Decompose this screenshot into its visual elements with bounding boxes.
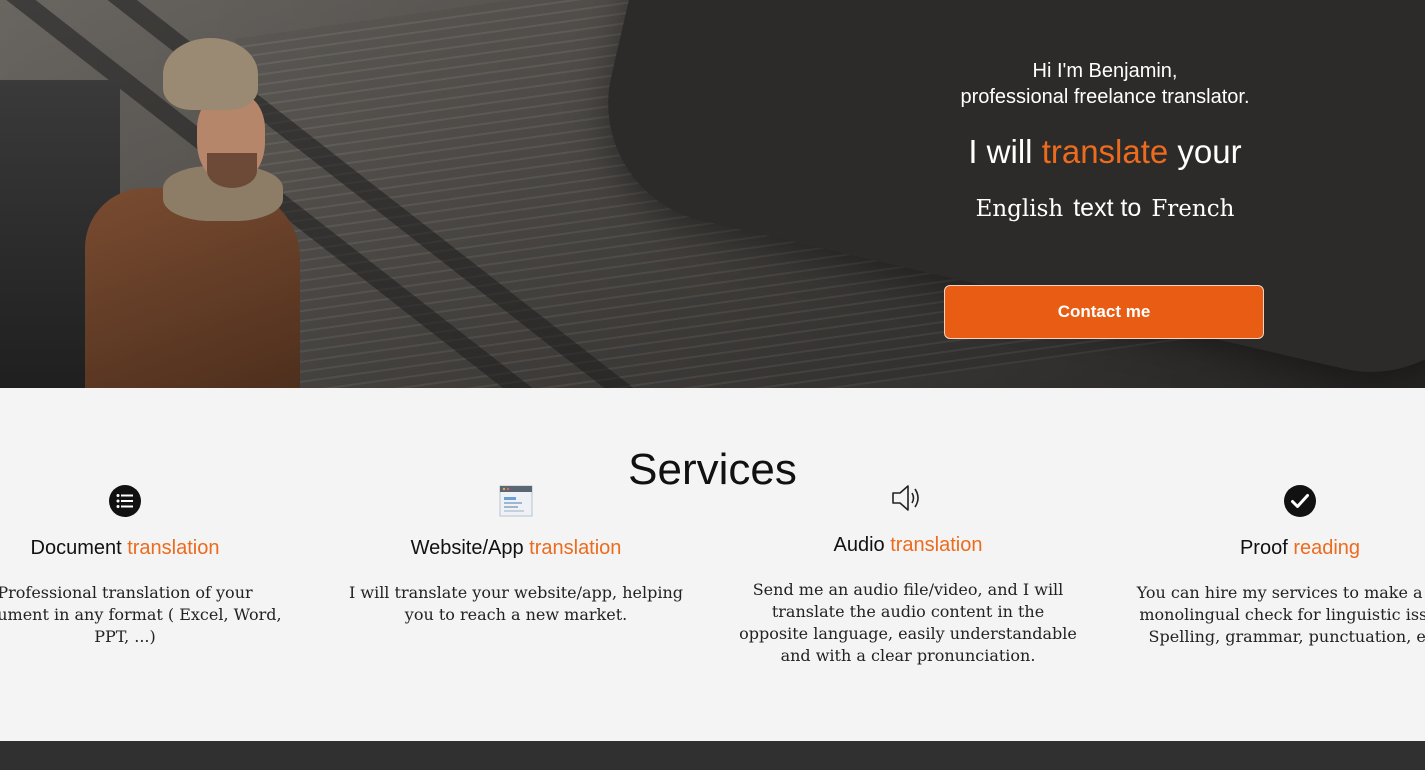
service-description: Professional translation of your documen… <box>0 583 282 646</box>
checkmark-circle-icon <box>1284 485 1316 517</box>
service-website: Website/App translation I will translate… <box>346 483 686 626</box>
service-title-accent: translation <box>529 537 622 559</box>
service-description: Send me an audio file/video, and I will … <box>739 580 1077 665</box>
service-audio: Audio translation Send me an audio file/… <box>738 480 1078 667</box>
hero-banner: Hi I'm Benjamin, professional freelance … <box>0 0 1425 388</box>
service-title: Proof reading <box>1130 537 1425 560</box>
hero-portrait <box>85 38 305 388</box>
speaker-icon <box>892 485 919 511</box>
source-language: English <box>975 196 1064 222</box>
service-description: I will translate your website/app, helpi… <box>348 583 684 624</box>
headline-post: your <box>1168 133 1242 170</box>
portrait-hair <box>163 38 258 110</box>
service-title-accent: translation <box>890 534 983 556</box>
service-title-main: Audio <box>833 534 885 556</box>
service-title: Document translation <box>0 537 295 560</box>
browser-window-icon <box>499 485 533 517</box>
service-title-accent: translation <box>127 537 220 559</box>
service-title-main: Proof <box>1239 537 1288 559</box>
service-description: You can hire my services to make a final… <box>1136 583 1425 646</box>
greeting-line-1: Hi I'm Benjamin, <box>1032 60 1178 82</box>
greeting-line-2: professional freelance translator. <box>960 86 1250 108</box>
language-connector: text to <box>1073 194 1142 222</box>
hero-greeting: Hi I'm Benjamin, professional freelance … <box>900 58 1310 110</box>
target-language: French <box>1151 196 1235 222</box>
hero-intro: Hi I'm Benjamin, professional freelance … <box>900 58 1310 225</box>
service-title-main: Website/App <box>410 537 524 559</box>
service-title-main: Document <box>30 537 122 559</box>
service-title-accent: reading <box>1293 537 1361 559</box>
language-pair: English text to French <box>900 192 1310 225</box>
service-title: Website/App translation <box>346 537 686 560</box>
service-document: Document translation Professional transl… <box>0 483 295 648</box>
service-title: Audio translation <box>738 534 1078 557</box>
headline-pre: I will <box>968 133 1042 170</box>
portrait-beard <box>207 153 257 188</box>
hero-headline: I will translate your <box>900 130 1310 174</box>
headline-accent: translate <box>1041 133 1169 170</box>
service-proofreading: Proof reading You can hire my services t… <box>1130 483 1425 648</box>
list-icon <box>109 485 141 517</box>
contact-button[interactable]: Contact me <box>944 285 1264 339</box>
footer-bar <box>0 741 1425 770</box>
